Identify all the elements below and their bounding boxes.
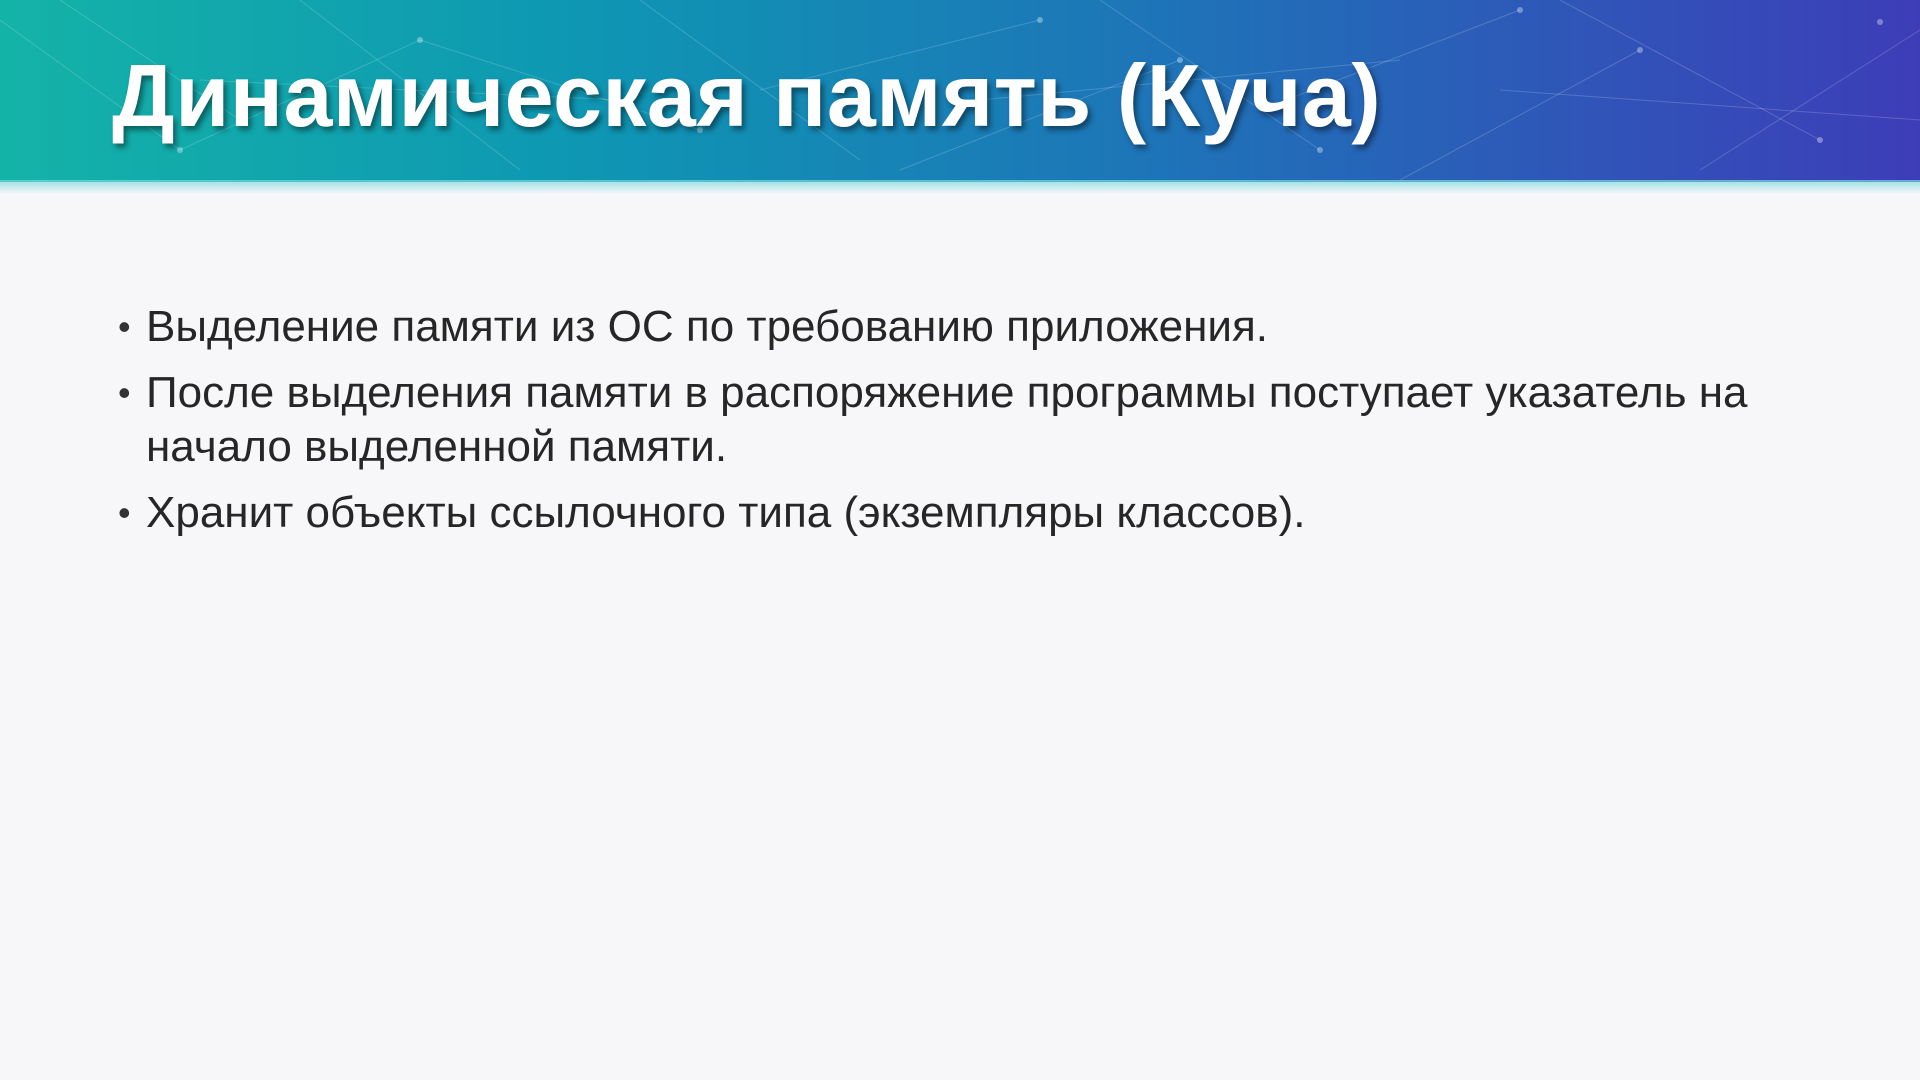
- list-item: • Выделение памяти из ОС по требованию п…: [118, 300, 1758, 354]
- bullet-list: • Выделение памяти из ОС по требованию п…: [118, 300, 1758, 540]
- bullet-text: После выделения памяти в распоряжение пр…: [146, 368, 1748, 471]
- bullet-dot-icon: •: [118, 372, 131, 413]
- bullet-dot-icon: •: [118, 492, 131, 533]
- slide: Динамическая память (Куча) • Выделение п…: [0, 0, 1920, 1080]
- slide-title: Динамическая память (Куча): [112, 46, 1382, 145]
- slide-body: • Выделение памяти из ОС по требованию п…: [118, 300, 1758, 552]
- bullet-text: Выделение памяти из ОС по требованию при…: [146, 302, 1268, 351]
- bullet-dot-icon: •: [118, 306, 131, 347]
- list-item: • Хранит объекты ссылочного типа (экземп…: [118, 486, 1758, 540]
- title-banner-glow: [0, 180, 1920, 194]
- list-item: • После выделения памяти в распоряжение …: [118, 366, 1758, 474]
- title-banner: Динамическая память (Куча): [0, 0, 1920, 182]
- bullet-text: Хранит объекты ссылочного типа (экземпля…: [146, 488, 1306, 537]
